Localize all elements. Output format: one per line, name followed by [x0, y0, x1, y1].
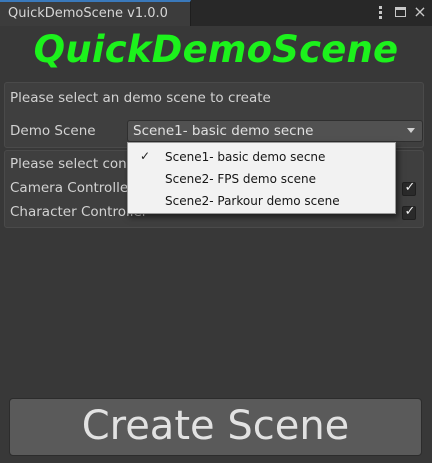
window-tab-bar: QuickDemoScene v1.0.0 ×: [0, 0, 432, 26]
menu-item-label: Scene2- FPS demo scene: [165, 172, 317, 186]
page-title: QuickDemoScene: [33, 28, 399, 71]
checkmark-icon: ✓: [140, 149, 151, 163]
create-scene-button-label: Create Scene: [81, 403, 350, 449]
more-options-icon[interactable]: [372, 3, 388, 21]
controllers-instruction-text: Please select con: [10, 156, 127, 172]
window-tab[interactable]: QuickDemoScene v1.0.0: [0, 0, 191, 26]
create-scene-button[interactable]: Create Scene: [9, 398, 422, 456]
menu-item-label: Scene2- Parkour demo scene: [165, 194, 340, 208]
character-controller-checkbox[interactable]: ✓: [402, 204, 416, 220]
check-icon: ✓: [404, 204, 416, 219]
camera-controller-label: Camera Controlle: [10, 180, 129, 196]
maximize-icon[interactable]: [393, 3, 409, 21]
demo-scene-dropdown[interactable]: Scene1- basic demo secne: [127, 120, 423, 142]
intro-text: Please select an demo scene to create: [10, 90, 271, 106]
chevron-down-icon: [407, 128, 415, 133]
menu-item-scene2-parkour[interactable]: Scene2- Parkour demo scene: [128, 190, 395, 212]
menu-item-scene2-fps[interactable]: Scene2- FPS demo scene: [128, 168, 395, 190]
menu-item-label: Scene1- basic demo secne: [165, 150, 326, 164]
demo-scene-label: Demo Scene: [10, 123, 96, 139]
demo-scene-dropdown-value: Scene1- basic demo secne: [133, 123, 314, 139]
camera-controller-checkbox[interactable]: ✓: [402, 180, 416, 196]
check-icon: ✓: [404, 180, 416, 195]
close-icon[interactable]: ×: [412, 3, 428, 21]
demo-scene-dropdown-menu: ✓ Scene1- basic demo secne Scene2- FPS d…: [127, 142, 396, 214]
window-tab-title: QuickDemoScene v1.0.0: [8, 6, 168, 21]
menu-item-scene1[interactable]: ✓ Scene1- basic demo secne: [128, 146, 395, 168]
